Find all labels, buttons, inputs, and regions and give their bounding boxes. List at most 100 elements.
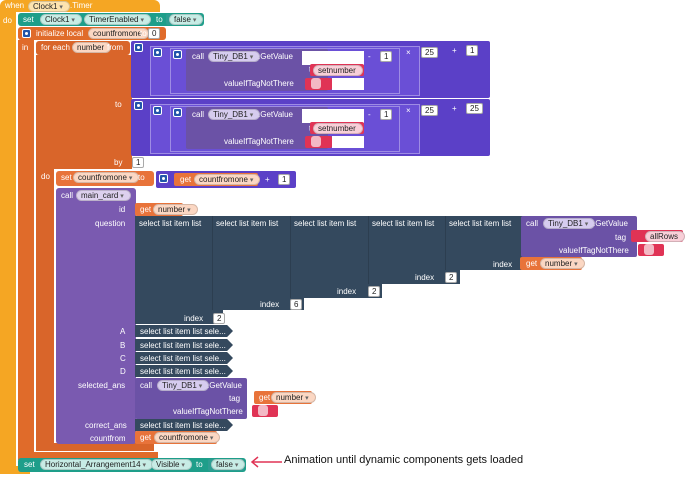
component-dropdown[interactable]: Horizontal_Arrangement14 <box>40 459 154 470</box>
selected-ans-label: selected_ans <box>78 381 126 390</box>
annotation-arrow-icon <box>250 456 282 468</box>
tag-label: tag <box>615 233 627 242</box>
call-label: call <box>526 219 539 228</box>
loop-var-field[interactable]: number <box>72 42 112 53</box>
times-number[interactable]: 25 <box>421 47 438 58</box>
short-select-label: select list item list sele... <box>140 327 226 336</box>
to-label: to <box>138 173 145 182</box>
short-select-label: select list item list sele... <box>140 341 226 350</box>
minus-operator[interactable]: - <box>368 110 371 120</box>
set-label: set <box>23 15 34 24</box>
index-number[interactable]: 6 <box>290 299 303 310</box>
select-list-item-1[interactable] <box>135 216 223 324</box>
property-dropdown[interactable]: Visible <box>151 459 192 470</box>
for-each-label: for each <box>41 43 70 52</box>
plus-number[interactable]: 1 <box>278 174 291 185</box>
plus-number[interactable]: 25 <box>466 103 483 114</box>
value-if-tag-not-there-label: valueIfTagNotThere <box>224 79 294 88</box>
procedure-dropdown[interactable]: main_card <box>76 190 131 201</box>
component-dropdown[interactable]: Clock1 <box>28 1 70 12</box>
when-label: when <box>5 1 25 10</box>
times-number[interactable]: 25 <box>421 105 438 116</box>
tag-value-field[interactable]: setnumber <box>313 123 363 134</box>
getvalue-label: .GetValue <box>258 52 293 61</box>
empty-string-field[interactable] <box>311 78 322 89</box>
db-dropdown[interactable]: Tiny_DB1 <box>208 109 261 120</box>
tag-value-field[interactable]: allRows <box>645 231 686 242</box>
correct-ans-label: correct_ans <box>85 421 127 430</box>
minus-number[interactable]: 1 <box>380 51 393 62</box>
select-list-item-label: select list item list <box>294 219 357 228</box>
short-select-label: select list item list sele... <box>140 367 226 376</box>
to-vin-slot <box>332 136 364 148</box>
plus-operator[interactable]: + <box>452 104 457 114</box>
times-operator[interactable]: × <box>406 48 411 58</box>
times-operator[interactable]: × <box>406 106 411 116</box>
mutator-gear-icon[interactable] <box>173 108 182 117</box>
from-vin-slot <box>332 78 364 90</box>
var-dropdown[interactable]: countfromone <box>73 172 140 183</box>
tag-value-field[interactable]: setnumber <box>313 65 363 76</box>
mutator-gear-icon[interactable] <box>22 29 31 38</box>
to-tag-slot-top <box>302 109 364 123</box>
call-label: call <box>140 381 153 390</box>
do-label: do <box>3 16 12 25</box>
var-dropdown[interactable]: number <box>540 258 585 269</box>
value-if-tag-not-there-label: valueIfTagNotThere <box>559 246 629 255</box>
index-label: index <box>415 273 435 282</box>
db-dropdown[interactable]: Tiny_DB1 <box>543 218 596 229</box>
call-label: call <box>192 52 205 61</box>
id-label: id <box>119 205 126 214</box>
index-number[interactable]: 2 <box>368 286 381 297</box>
db-dropdown[interactable]: Tiny_DB1 <box>157 380 210 391</box>
false-dropdown[interactable]: false <box>169 14 204 25</box>
var-dropdown[interactable]: number <box>271 392 316 403</box>
empty-string-field[interactable] <box>258 405 269 416</box>
minus-number[interactable]: 1 <box>380 109 393 120</box>
index-number[interactable]: 2 <box>445 272 458 283</box>
short-select-label: select list item list sele... <box>140 354 226 363</box>
value-if-tag-not-there-label: valueIfTagNotThere <box>173 407 243 416</box>
for-each-spine <box>36 169 54 446</box>
call-label: call <box>192 110 205 119</box>
select-list-item-label: select list item list <box>449 219 512 228</box>
index-number[interactable]: 2 <box>213 313 226 324</box>
index-label: index <box>337 287 357 296</box>
by-number[interactable]: 1 <box>132 157 145 168</box>
event-name-label: .Timer <box>70 1 93 10</box>
mutator-gear-icon[interactable] <box>134 101 143 110</box>
empty-string-field[interactable] <box>644 244 655 255</box>
zero-number[interactable]: 0 <box>148 28 161 39</box>
to-label: to <box>156 15 163 24</box>
mutator-gear-icon[interactable] <box>159 174 168 183</box>
to-label: to <box>140 29 147 38</box>
call-label: call <box>61 191 74 200</box>
plus-operator[interactable]: + <box>452 46 457 56</box>
db-dropdown[interactable]: Tiny_DB1 <box>208 51 261 62</box>
minus-operator[interactable]: - <box>368 52 371 62</box>
initialize-local-body <box>18 40 34 458</box>
event-block-body <box>0 12 16 472</box>
var-dropdown[interactable]: countfromone <box>194 174 261 185</box>
index-label: index <box>493 260 513 269</box>
var-dropdown[interactable]: countfromone <box>154 432 221 443</box>
false-dropdown[interactable]: false <box>211 459 246 470</box>
a-label: A <box>120 327 126 336</box>
plus-operator[interactable]: + <box>265 175 270 185</box>
var-dropdown[interactable]: number <box>153 204 198 215</box>
value-if-tag-not-there-label: valueIfTagNotThere <box>224 137 294 146</box>
blocks-workspace[interactable]: when Clock1 .Timer do set Clock1 TimerEn… <box>0 0 690 478</box>
mutator-gear-icon[interactable] <box>173 50 182 59</box>
select-list-item-label: select list item list <box>139 219 202 228</box>
mutator-gear-icon[interactable] <box>153 48 162 57</box>
mutator-gear-icon[interactable] <box>134 43 143 52</box>
component-dropdown[interactable]: Clock1 <box>40 14 82 25</box>
in-label: in <box>22 43 29 52</box>
set-label: set <box>24 460 35 469</box>
empty-string-field[interactable] <box>311 136 322 147</box>
tag-label: tag <box>229 394 241 403</box>
for-each-body <box>36 55 132 169</box>
plus-number[interactable]: 1 <box>466 45 479 56</box>
mutator-gear-icon[interactable] <box>153 106 162 115</box>
property-dropdown[interactable]: TimerEnabled <box>84 14 151 25</box>
